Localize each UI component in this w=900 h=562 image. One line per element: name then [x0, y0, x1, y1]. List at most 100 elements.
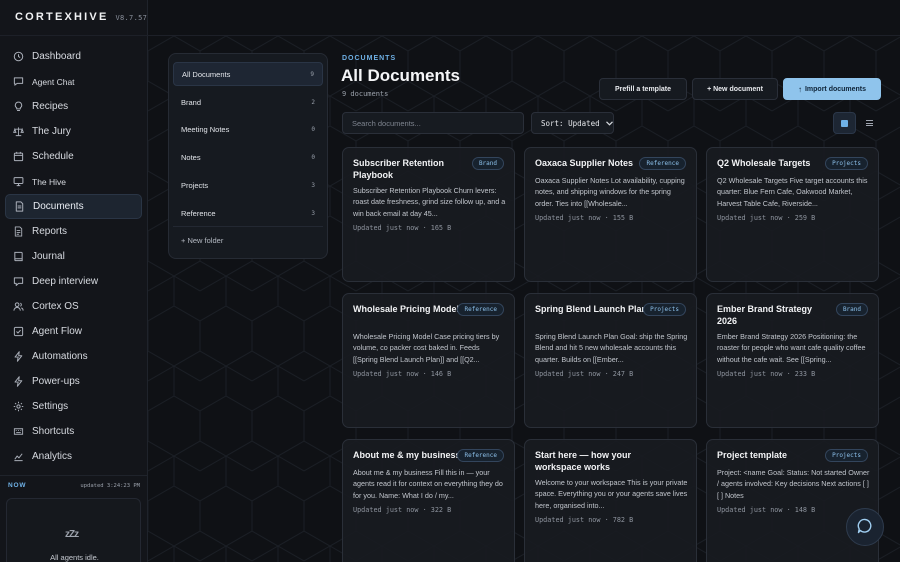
folder-item-brand[interactable]: Brand 2 [173, 90, 323, 114]
sidebar-item-agent-flow[interactable]: Agent Flow [5, 319, 142, 344]
sidebar-item-label: Cortex OS [32, 301, 79, 312]
sidebar-item-label: Power-ups [32, 376, 80, 387]
document-card[interactable]: About me & my business Reference About me … [342, 439, 515, 562]
new-document-button[interactable]: + New document [692, 78, 778, 100]
document-meta: Updated just now · 322 B [353, 506, 452, 514]
document-title: Oaxaca Supplier Notes [535, 158, 634, 168]
grid-view-button[interactable] [833, 112, 856, 134]
folder-tag-badge[interactable]: Brand [471, 157, 504, 170]
sidebar-item-documents[interactable]: Documents [5, 194, 142, 219]
sidebar-item-the-hive[interactable]: The Hive [5, 169, 142, 194]
document-excerpt: About me & my business Fill this in — yo… [353, 468, 503, 500]
folder-item-all-documents[interactable]: All Documents 9 [173, 62, 323, 86]
search-input[interactable] [342, 112, 524, 134]
now-updated-time: updated 3:24:23 PM [80, 482, 140, 489]
document-card[interactable]: Start here — how your workspace works Wel… [524, 439, 697, 562]
folder-count: 0 [311, 125, 315, 133]
scale-icon [13, 126, 24, 137]
sidebar-item-deep-interview[interactable]: Deep interview [5, 269, 142, 294]
document-title: Ember Brand Strategy 2026 [717, 304, 813, 326]
folder-tag-badge[interactable]: Projects [825, 157, 868, 170]
folder-count: 0 [311, 153, 315, 161]
folder-item-projects[interactable]: Projects 3 [173, 173, 323, 197]
folder-tag-badge[interactable]: Brand [835, 303, 868, 316]
folder-tag-badge[interactable]: Reference [457, 449, 504, 462]
document-meta: Updated just now · 165 B [353, 224, 452, 232]
sidebar-item-label: Deep interview [32, 276, 99, 287]
document-card[interactable]: Wholesale Pricing Model Reference Wholesal… [342, 293, 515, 428]
sidebar-item-label: Dashboard [32, 51, 81, 62]
sidebar-item-power-ups[interactable]: Power-ups [5, 369, 142, 394]
document-card[interactable]: Oaxaca Supplier Notes Reference Oaxaca Sup… [524, 147, 697, 282]
sidebar-item-label: Documents [33, 201, 84, 212]
grid-icon [841, 119, 848, 127]
folder-tag-badge[interactable]: Projects [825, 449, 868, 462]
folder-label: Meeting Notes [181, 124, 230, 134]
chat-fab-button[interactable] [846, 508, 884, 546]
document-excerpt: Subscriber Retention Playbook Churn leve… [353, 186, 506, 218]
app-version: V8.7.57 [115, 14, 148, 22]
sidebar-item-label: Automations [32, 351, 88, 362]
folder-tag-badge[interactable]: Reference [457, 303, 504, 316]
sidebar-item-reports[interactable]: Reports [5, 219, 142, 244]
checkbox-icon [13, 326, 24, 337]
folder-label: Notes [181, 152, 201, 162]
sleep-icon: zZz [65, 529, 79, 540]
new-folder-button[interactable]: + New folder [181, 236, 223, 245]
folder-item-notes[interactable]: Notes 0 [173, 145, 323, 169]
sort-select[interactable]: Sort: Updated [531, 112, 614, 134]
document-meta: Updated just now · 782 B [535, 516, 634, 524]
sidebar-item-analytics[interactable]: Analytics [5, 444, 142, 469]
document-card[interactable]: Spring Blend Launch Plan Projects Spring B… [524, 293, 697, 428]
sidebar-item-settings[interactable]: Settings [5, 394, 142, 419]
folder-count: 3 [311, 209, 315, 217]
sidebar-item-dashboard[interactable]: Dashboard [5, 44, 142, 69]
prefill-template-label: Prefill a template [614, 85, 672, 93]
sidebar-item-cortex-os[interactable]: Cortex OS [5, 294, 142, 319]
document-card[interactable]: Project template Projects Project: <name G… [706, 439, 879, 562]
app-logo-text[interactable]: CORTEXHIVE [15, 11, 109, 23]
sidebar-item-journal[interactable]: Journal [5, 244, 142, 269]
chart-icon [13, 451, 24, 462]
sidebar-item-automations[interactable]: Automations [5, 344, 142, 369]
bulb-icon [13, 101, 24, 112]
sidebar-nav: Dashboard Agent Chat Recipes The Jury Schedu… [5, 44, 142, 469]
upload-icon: ↑ [797, 84, 802, 94]
report-icon [13, 226, 24, 237]
folder-tag-badge[interactable]: Projects [643, 303, 686, 316]
import-documents-button[interactable]: ↑ Import documents [783, 78, 881, 100]
document-excerpt: Spring Blend Launch Plan Goal: ship the … [535, 332, 688, 364]
document-title: Q2 Wholesale Targets [717, 158, 811, 168]
folder-tag-badge[interactable]: Reference [639, 157, 686, 170]
chat-bubble-icon [857, 518, 873, 537]
folder-item-meeting-notes[interactable]: Meeting Notes 0 [173, 117, 323, 141]
document-title: Spring Blend Launch Plan [535, 304, 648, 314]
sidebar-item-schedule[interactable]: Schedule [5, 144, 142, 169]
document-card[interactable]: Ember Brand Strategy 2026 Brand Ember Bran… [706, 293, 879, 428]
sidebar-item-recipes[interactable]: Recipes [5, 94, 142, 119]
agent-status-card: zZz All agents idle. [6, 498, 141, 562]
bolt-icon [13, 376, 24, 387]
document-card[interactable]: Q2 Wholesale Targets Projects Q2 Wholesale… [706, 147, 879, 282]
import-documents-label: Import documents [804, 85, 867, 93]
document-meta: Updated just now · 155 B [535, 214, 634, 222]
document-card[interactable]: Subscriber Retention Playbook Brand Subscr… [342, 147, 515, 282]
document-meta: Updated just now · 233 B [717, 370, 816, 378]
gear-icon [13, 401, 24, 412]
list-view-button[interactable] [858, 112, 881, 134]
document-title: Project template [717, 450, 788, 460]
message-icon [13, 276, 24, 287]
view-toggle [833, 112, 881, 134]
document-title: About me & my business [353, 450, 461, 460]
bolt-icon [13, 351, 24, 362]
sidebar-item-label: Agent Chat [32, 76, 75, 87]
sidebar-item-shortcuts[interactable]: Shortcuts [5, 419, 142, 444]
prefill-template-button[interactable]: Prefill a template [599, 78, 687, 100]
sidebar-item-the-jury[interactable]: The Jury [5, 119, 142, 144]
folder-item-reference[interactable]: Reference 3 [173, 201, 323, 225]
document-excerpt: Ember Brand Strategy 2026 Positioning: t… [717, 332, 866, 364]
sidebar-item-agent-chat[interactable]: Agent Chat [5, 69, 142, 94]
list-icon [866, 120, 873, 126]
new-document-label: + New document [707, 85, 763, 93]
document-excerpt: Project: <name Goal: Status: Not started… [717, 468, 870, 500]
